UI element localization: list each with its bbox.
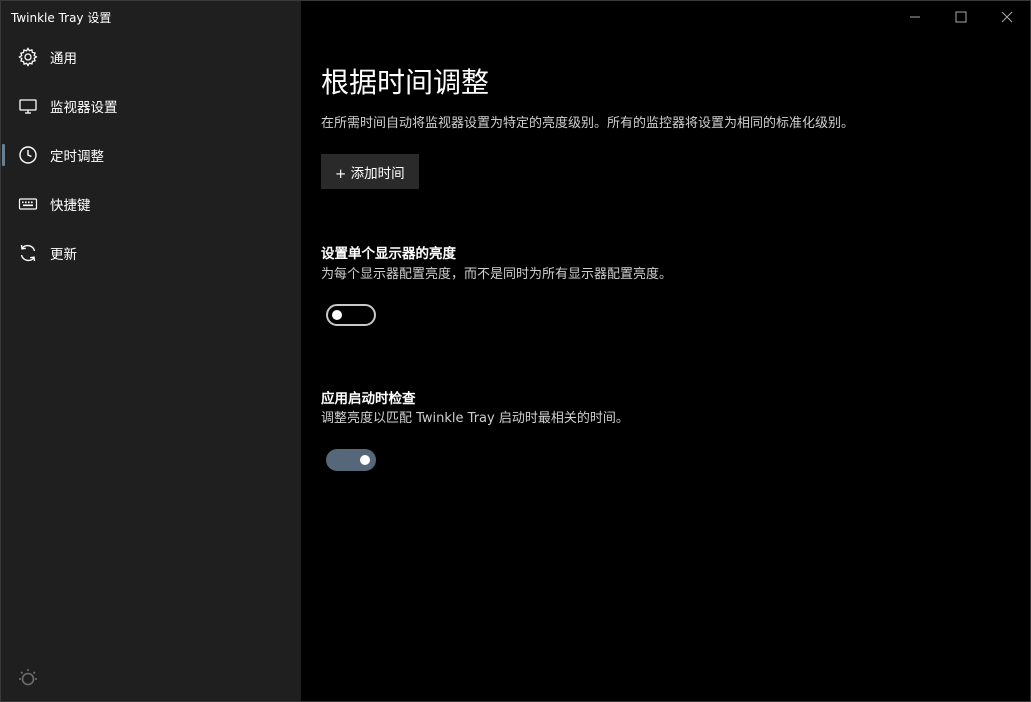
sidebar-item-time-adjustments[interactable]: 定时调整 [1, 130, 301, 179]
per-display-title: 设置单个显示器的亮度 [321, 246, 456, 262]
keyboard-icon [17, 193, 39, 215]
page-title: 根据时间调整 [321, 66, 490, 99]
toggle-knob [332, 310, 342, 320]
clock-icon [17, 144, 39, 166]
check-on-start-description: 调整亮度以匹配 Twinkle Tray 启动时最相关的时间。 [321, 411, 629, 426]
sidebar-item-label: 定时调整 [50, 148, 104, 165]
sidebar-item-label: 快捷键 [50, 197, 91, 214]
sidebar-item-monitors[interactable]: 监视器设置 [1, 81, 301, 130]
main-content: 根据时间调整 在所需时间自动将监视器设置为特定的亮度级别。所有的监控器将设置为相… [321, 1, 1030, 701]
sun-icon [17, 667, 39, 689]
toggle-knob [360, 455, 370, 465]
sidebar-item-label: 更新 [50, 246, 77, 263]
check-on-start-title: 应用启动时检查 [321, 391, 416, 407]
refresh-icon [17, 242, 39, 264]
monitor-icon [17, 95, 39, 117]
page-description: 在所需时间自动将监视器设置为特定的亮度级别。所有的监控器将设置为相同的标准化级别… [321, 116, 855, 131]
per-display-toggle[interactable] [326, 304, 376, 326]
settings-window: Twinkle Tray 设置 通用 监视器设置 定时调整 快捷键 更新 根据时… [0, 0, 1031, 702]
add-time-button[interactable]: + 添加时间 [321, 154, 419, 189]
sidebar-item-general[interactable]: 通用 [1, 32, 301, 81]
sidebar-nav: 通用 监视器设置 定时调整 快捷键 更新 [1, 32, 301, 277]
app-title: Twinkle Tray 设置 [11, 11, 112, 25]
sidebar-item-hotkeys[interactable]: 快捷键 [1, 179, 301, 228]
per-display-description: 为每个显示器配置亮度，而不是同时为所有显示器配置亮度。 [321, 267, 673, 282]
sidebar-item-label: 监视器设置 [50, 99, 118, 116]
sidebar: Twinkle Tray 设置 通用 监视器设置 定时调整 快捷键 更新 [1, 1, 301, 701]
sidebar-item-updates[interactable]: 更新 [1, 228, 301, 277]
sidebar-item-label: 通用 [50, 50, 77, 67]
check-on-start-toggle[interactable] [326, 449, 376, 471]
gear-icon [17, 46, 39, 68]
